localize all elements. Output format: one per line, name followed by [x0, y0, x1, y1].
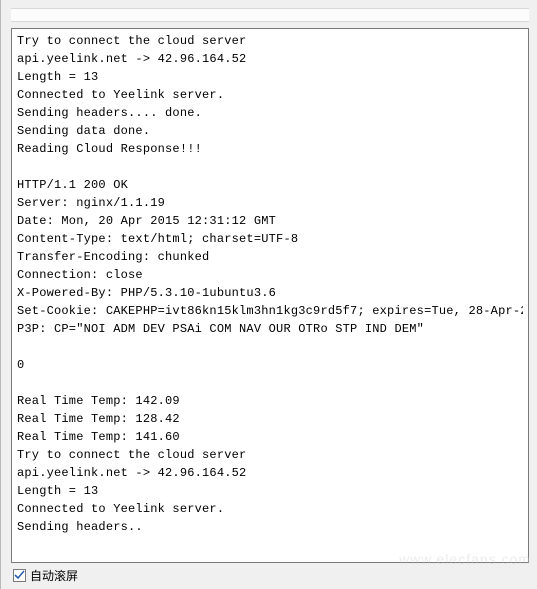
- console-line: Sending headers..: [17, 518, 523, 536]
- console-line: Connected to Yeelink server.: [17, 500, 523, 518]
- console-line: Length = 13: [17, 68, 523, 86]
- console-line: Real Time Temp: 128.42: [17, 410, 523, 428]
- autoscroll-checkbox[interactable]: 自动滚屏: [13, 567, 78, 584]
- checkbox-icon: [13, 569, 26, 582]
- console-line: Try to connect the cloud server: [17, 446, 523, 464]
- console-line: Server: nginx/1.1.19: [17, 194, 523, 212]
- console-line: Real Time Temp: 142.09: [17, 392, 523, 410]
- footer-row: 自动滚屏: [11, 563, 529, 585]
- toolbar-strip: [11, 8, 529, 22]
- console-line: Connected to Yeelink server.: [17, 86, 523, 104]
- serial-monitor-panel: Try to connect the cloud serverapi.yeeli…: [0, 0, 537, 589]
- console-line: api.yeelink.net -> 42.96.164.52: [17, 464, 523, 482]
- console-line: Transfer-Encoding: chunked: [17, 248, 523, 266]
- console-line: HTTP/1.1 200 OK: [17, 176, 523, 194]
- console-line: Real Time Temp: 141.60: [17, 428, 523, 446]
- console-line: Sending data done.: [17, 122, 523, 140]
- autoscroll-label: 自动滚屏: [30, 567, 78, 584]
- console-line: Connection: close: [17, 266, 523, 284]
- console-line: P3P: CP="NOI ADM DEV PSAi COM NAV OUR OT…: [17, 320, 523, 338]
- console-line: Set-Cookie: CAKEPHP=ivt86kn15klm3hn1kg3c…: [17, 302, 523, 320]
- console-line: X-Powered-By: PHP/5.3.10-1ubuntu3.6: [17, 284, 523, 302]
- console-line: Sending headers.... done.: [17, 104, 523, 122]
- console-line: [17, 158, 523, 176]
- console-output[interactable]: Try to connect the cloud serverapi.yeeli…: [11, 28, 529, 563]
- console-line: Reading Cloud Response!!!: [17, 140, 523, 158]
- console-line: api.yeelink.net -> 42.96.164.52: [17, 50, 523, 68]
- console-line: Length = 13: [17, 482, 523, 500]
- console-line: [17, 374, 523, 392]
- console-line: Date: Mon, 20 Apr 2015 12:31:12 GMT: [17, 212, 523, 230]
- console-line: Try to connect the cloud server: [17, 32, 523, 50]
- console-line: 0: [17, 356, 523, 374]
- console-line: [17, 338, 523, 356]
- console-line: Content-Type: text/html; charset=UTF-8: [17, 230, 523, 248]
